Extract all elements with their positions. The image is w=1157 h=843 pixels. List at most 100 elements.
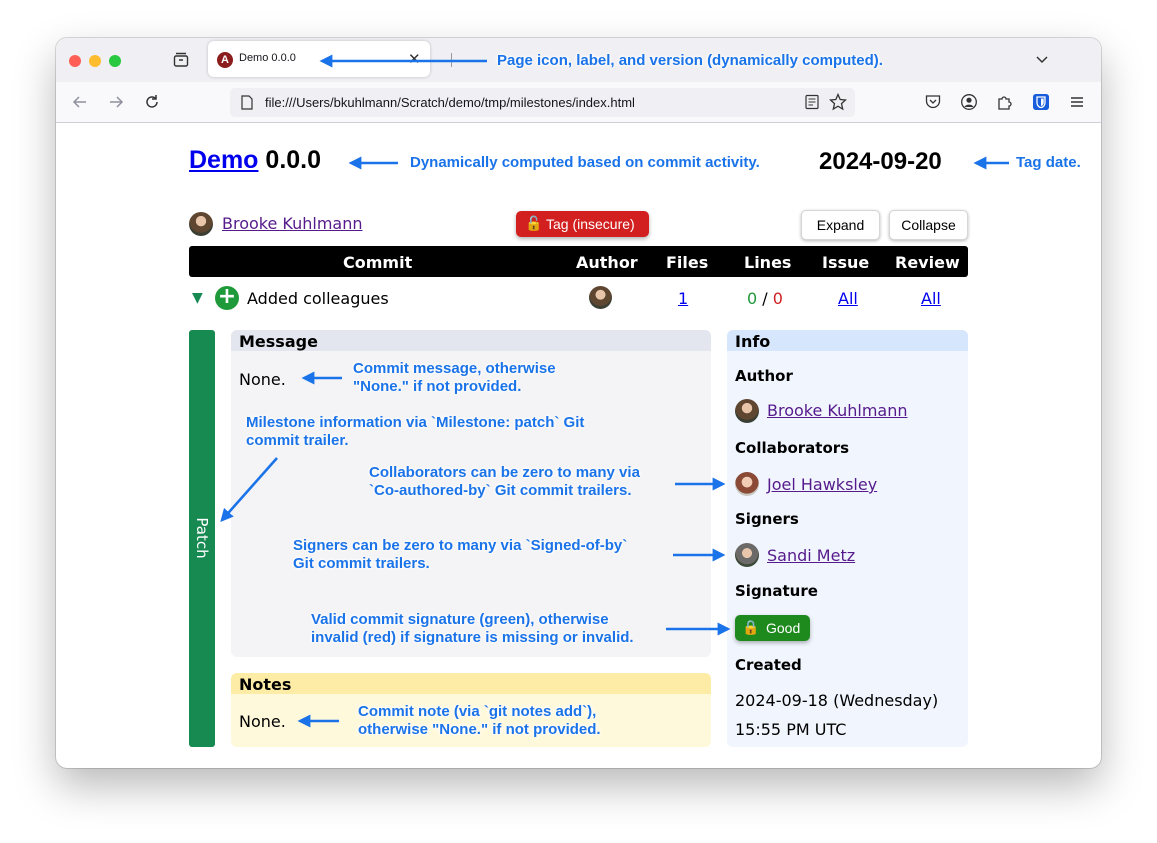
message-heading: Message — [239, 332, 318, 351]
created-date: 2024-09-18 (Wednesday) — [735, 691, 938, 710]
menu-icon[interactable] — [1068, 93, 1086, 111]
annotation-tag-date: Tag date. — [1016, 154, 1081, 171]
expand-button[interactable]: Expand — [801, 210, 880, 240]
header-files: Files — [666, 253, 709, 272]
commit-subject[interactable]: Added colleagues — [247, 289, 389, 308]
created-date-value: 2024-09-18 — [735, 691, 828, 710]
reader-view-icon[interactable] — [804, 94, 820, 110]
signer-avatar — [735, 543, 759, 567]
annotation-collaborators-line1: Collaborators can be zero to many via — [369, 464, 640, 481]
lines-changed: 0 / 0 — [747, 289, 783, 308]
back-icon[interactable] — [70, 92, 90, 112]
page-title: Demo 0.0.0 — [189, 146, 321, 175]
info-panel — [727, 330, 968, 747]
tab-divider — [451, 53, 452, 67]
favicon-icon: A — [217, 52, 233, 68]
created-timezone: UTC — [814, 720, 847, 739]
version-label: 0.0.0 — [265, 146, 322, 174]
tab-demo[interactable]: A Demo 0.0.0 ✕ — [208, 41, 430, 77]
extensions-icon[interactable] — [996, 93, 1014, 111]
project-link[interactable]: Demo — [189, 146, 258, 174]
annotation-collaborators: Collaborators can be zero to many via `C… — [369, 464, 640, 500]
lock-icon: 🔒 — [742, 619, 760, 635]
reload-icon[interactable] — [142, 92, 162, 112]
author-label: Author — [735, 367, 793, 385]
tag-status-label: Tag (insecure) — [546, 216, 635, 232]
collapse-button[interactable]: Collapse — [889, 210, 968, 240]
header-commit: Commit — [343, 253, 413, 272]
tagger-link[interactable]: Brooke Kuhlmann — [222, 214, 363, 233]
annotation-message-line1: Commit message, otherwise — [353, 360, 556, 377]
lock-icon: 🔓 — [525, 215, 543, 231]
signature-status-label: Good — [766, 620, 801, 636]
navigation-toolbar: file:///Users/bkuhlmann/Scratch/demo/tmp… — [56, 82, 1101, 123]
url-bar[interactable]: file:///Users/bkuhlmann/Scratch/demo/tmp… — [230, 88, 855, 117]
review-link[interactable]: All — [921, 289, 941, 308]
url-text[interactable]: file:///Users/bkuhlmann/Scratch/demo/tmp… — [265, 95, 635, 110]
annotation-notes-line1: Commit note (via `git notes add`), — [358, 703, 597, 720]
collaborator-avatar — [735, 472, 759, 496]
annotation-version: Dynamically computed based on commit act… — [410, 154, 760, 171]
account-icon[interactable] — [960, 93, 978, 111]
issue-link[interactable]: All — [838, 289, 858, 308]
annotation-milestone-line2: commit trailer. — [246, 432, 349, 449]
milestone-label: Patch — [193, 517, 211, 559]
signer-link[interactable]: Sandi Metz — [767, 546, 855, 565]
collaborators-label: Collaborators — [735, 439, 850, 457]
header-author: Author — [576, 253, 638, 272]
commit-table-header: Commit Author Files Lines Issue Review — [189, 246, 968, 277]
forward-icon[interactable] — [106, 92, 126, 112]
lines-deleted: 0 — [772, 289, 783, 308]
tag-status-badge: 🔓 Tag (insecure) — [516, 211, 649, 237]
annotation-milestone: Milestone information via `Milestone: pa… — [246, 414, 584, 450]
annotation-notes: Commit note (via `git notes add`), other… — [358, 703, 601, 739]
commit-author-avatar — [589, 286, 612, 309]
message-body: None. — [239, 370, 286, 389]
created-time: 15:55 PM UTC — [735, 720, 846, 739]
bookmark-star-icon[interactable] — [829, 93, 847, 111]
annotation-signature-line2: invalid (red) if signature is missing or… — [311, 629, 634, 646]
minimize-window-button[interactable] — [89, 55, 101, 67]
created-label: Created — [735, 656, 802, 674]
signature-status-badge: 🔒 Good — [735, 615, 810, 641]
annotation-signers: Signers can be zero to many via `Signed-… — [293, 537, 627, 573]
annotation-milestone-line1: Milestone information via `Milestone: pa… — [246, 414, 585, 431]
signature-label: Signature — [735, 582, 818, 600]
close-icon[interactable]: ✕ — [408, 50, 421, 68]
row-toggle-icon[interactable]: ▼ — [192, 290, 203, 306]
info-heading: Info — [735, 332, 771, 351]
added-icon: + — [215, 286, 239, 310]
header-issue: Issue — [822, 253, 870, 272]
tab-overview-icon[interactable] — [172, 51, 190, 69]
collaborator-link[interactable]: Joel Hawksley — [767, 475, 877, 494]
annotation-signers-line2: Git commit trailers. — [293, 555, 430, 572]
page-icon — [241, 95, 253, 110]
annotation-message-line2: "None." if not provided. — [353, 378, 522, 395]
tab-title: Demo 0.0.0 — [239, 52, 296, 64]
tag-date: 2024-09-20 — [819, 148, 942, 175]
bitwarden-icon[interactable] — [1033, 94, 1049, 110]
annotation-notes-line2: otherwise "None." if not provided. — [358, 721, 601, 738]
notes-header — [231, 673, 711, 694]
files-link[interactable]: 1 — [678, 289, 688, 308]
header-review: Review — [895, 253, 960, 272]
notes-body: None. — [239, 712, 286, 731]
lines-separator: / — [762, 289, 768, 308]
author-avatar — [735, 399, 759, 423]
signers-label: Signers — [735, 510, 799, 528]
zoom-window-button[interactable] — [109, 55, 121, 67]
annotation-signature: Valid commit signature (green), otherwis… — [311, 611, 634, 647]
annotation-signers-line1: Signers can be zero to many via `Signed-… — [293, 537, 628, 554]
lines-added: 0 — [747, 289, 758, 308]
pocket-icon[interactable] — [924, 93, 942, 111]
created-time-value: 15:55 PM — [735, 720, 810, 739]
chevron-down-icon[interactable] — [1034, 51, 1050, 67]
annotation-message: Commit message, otherwise "None." if not… — [353, 360, 556, 396]
annotation-page-icon: Page icon, label, and version (dynamical… — [497, 52, 883, 69]
annotation-collaborators-line2: `Co-authored-by` Git commit trailers. — [369, 482, 632, 499]
notes-heading: Notes — [239, 675, 292, 694]
created-weekday: (Wednesday) — [833, 691, 939, 710]
close-window-button[interactable] — [69, 55, 81, 67]
annotation-signature-line1: Valid commit signature (green), otherwis… — [311, 611, 609, 628]
author-link[interactable]: Brooke Kuhlmann — [767, 401, 908, 420]
